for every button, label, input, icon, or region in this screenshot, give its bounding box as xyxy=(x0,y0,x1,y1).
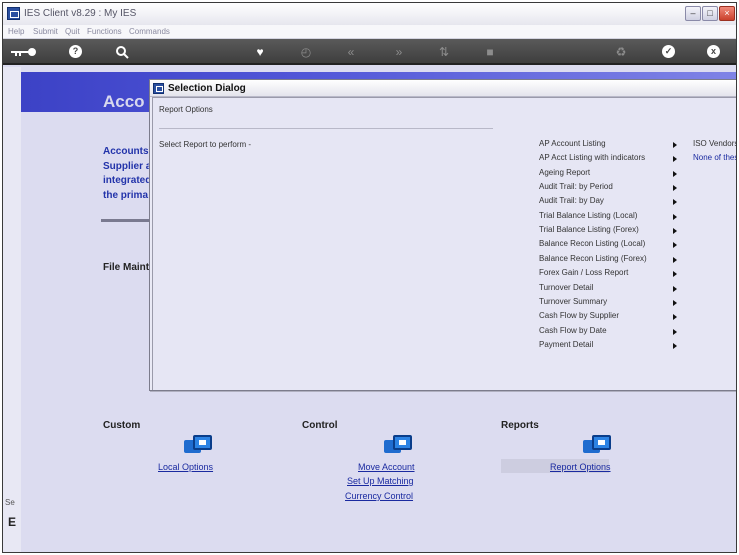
intro-text: Accounts Supplier a integrated the prima xyxy=(103,145,151,203)
submenu-item[interactable]: ISO Vendors A xyxy=(693,139,736,148)
submenu-arrow-icon xyxy=(673,228,677,235)
submenu-arrow-icon xyxy=(673,314,677,321)
file-maint-heading: File Maint xyxy=(103,262,150,273)
report-item[interactable]: Payment Detail xyxy=(539,340,685,354)
left-strip-label: Se xyxy=(5,498,15,507)
submenu-arrow-icon xyxy=(673,285,677,292)
reports-tile-icon[interactable] xyxy=(583,435,611,453)
submenu-arrow-icon xyxy=(673,213,677,220)
submenu-arrow-icon xyxy=(673,170,677,177)
clock-icon[interactable]: ◴ xyxy=(299,45,313,59)
report-item[interactable]: Turnover Summary xyxy=(539,297,685,311)
menu-functions[interactable]: Functions xyxy=(87,27,122,36)
custom-tile-icon[interactable] xyxy=(184,435,212,453)
report-item[interactable]: AP Account Listing xyxy=(539,139,685,153)
maximize-button[interactable]: □ xyxy=(702,6,718,21)
custom-heading: Custom xyxy=(103,420,141,431)
control-tile-icon[interactable] xyxy=(384,435,412,453)
set-up-matching-link[interactable]: Set Up Matching xyxy=(347,476,414,486)
toolbar: ? ♥ ◴ « » ⇅ ■ ♻ ✓ x xyxy=(3,39,736,65)
submenu-arrow-icon xyxy=(673,156,677,163)
submenu-arrow-icon xyxy=(673,199,677,206)
report-item[interactable]: Cash Flow by Date xyxy=(539,326,685,340)
report-item[interactable]: Forex Gain / Loss Report xyxy=(539,268,685,282)
dialog-title: Selection Dialog xyxy=(168,83,246,94)
minimize-button[interactable]: – xyxy=(685,6,701,21)
submenu-arrow-icon xyxy=(673,328,677,335)
intro-line: the prima xyxy=(103,189,149,201)
submenu-arrow-icon xyxy=(673,256,677,263)
app-icon xyxy=(7,7,20,20)
local-options-link[interactable]: Local Options xyxy=(158,462,213,472)
search-icon[interactable] xyxy=(115,45,129,59)
help-icon[interactable]: ? xyxy=(69,45,82,58)
stop-icon[interactable]: ■ xyxy=(483,45,497,59)
heart-icon[interactable]: ♥ xyxy=(253,45,267,59)
menu-submit[interactable]: Submit xyxy=(33,27,58,36)
fast-forward-icon[interactable]: » xyxy=(392,45,406,59)
check-icon[interactable]: ✓ xyxy=(662,45,675,58)
left-strip-letter: E xyxy=(8,515,17,529)
key-icon[interactable] xyxy=(9,45,39,59)
submenu-arrow-icon xyxy=(673,242,677,249)
dialog-divider xyxy=(159,128,493,129)
submenu-arrow-icon xyxy=(673,271,677,278)
control-heading: Control xyxy=(302,420,338,431)
dialog-subtitle: Report Options xyxy=(159,105,213,114)
menu-commands[interactable]: Commands xyxy=(129,27,170,36)
move-account-link[interactable]: Move Account xyxy=(358,462,415,472)
app-window: IES Client v8.29 : My IES – □ × Help Sub… xyxy=(2,2,737,553)
report-item[interactable]: Balance Recon Listing (Forex) xyxy=(539,254,685,268)
report-item[interactable]: Balance Recon Listing (Local) xyxy=(539,239,685,253)
left-strip: Se E xyxy=(3,67,21,552)
divider xyxy=(101,219,151,222)
menu-bar: Help Submit Quit Functions Commands xyxy=(3,25,736,39)
title-bar: IES Client v8.29 : My IES – □ × xyxy=(3,3,736,25)
window-title: IES Client v8.29 : My IES xyxy=(24,8,137,19)
report-item[interactable]: Ageing Report xyxy=(539,168,685,182)
close-icon[interactable]: x xyxy=(707,45,720,58)
submenu-arrow-icon xyxy=(673,299,677,306)
report-item[interactable]: AP Acct Listing with indicators xyxy=(539,153,685,167)
report-item[interactable]: Audit Trail: by Day xyxy=(539,196,685,210)
menu-help[interactable]: Help xyxy=(8,27,24,36)
currency-control-link[interactable]: Currency Control xyxy=(345,491,413,501)
intro-line: Accounts xyxy=(103,146,149,157)
close-window-button[interactable]: × xyxy=(719,6,735,21)
submenu-arrow-icon xyxy=(673,185,677,192)
rewind-icon[interactable]: « xyxy=(344,45,358,59)
intro-line: Supplier a xyxy=(103,160,152,172)
intro-line: integrated xyxy=(103,175,152,186)
menu-quit[interactable]: Quit xyxy=(65,27,80,36)
select-report-prompt: Select Report to perform - xyxy=(159,140,252,149)
dialog-body: Report Options Select Report to perform … xyxy=(152,97,736,390)
dialog-title-bar[interactable]: Selection Dialog xyxy=(150,80,736,97)
reports-heading: Reports xyxy=(501,420,539,431)
report-item[interactable]: Trial Balance Listing (Local) xyxy=(539,211,685,225)
recycle-icon[interactable]: ♻ xyxy=(614,45,628,59)
sort-icon[interactable]: ⇅ xyxy=(437,45,451,59)
submenu-item[interactable]: None of these xyxy=(693,153,736,162)
report-item[interactable]: Turnover Detail xyxy=(539,283,685,297)
selection-dialog: Selection Dialog Report Options Select R… xyxy=(149,79,736,391)
report-item[interactable]: Cash Flow by Supplier xyxy=(539,311,685,325)
page-title: Acco xyxy=(103,92,145,111)
report-item[interactable]: Audit Trail: by Period xyxy=(539,182,685,196)
submenu-arrow-icon xyxy=(673,142,677,148)
dialog-app-icon xyxy=(153,83,164,94)
submenu-arrow-icon xyxy=(673,342,677,349)
report-item[interactable]: Trial Balance Listing (Forex) xyxy=(539,225,685,239)
report-options-link[interactable]: Report Options xyxy=(550,462,611,472)
